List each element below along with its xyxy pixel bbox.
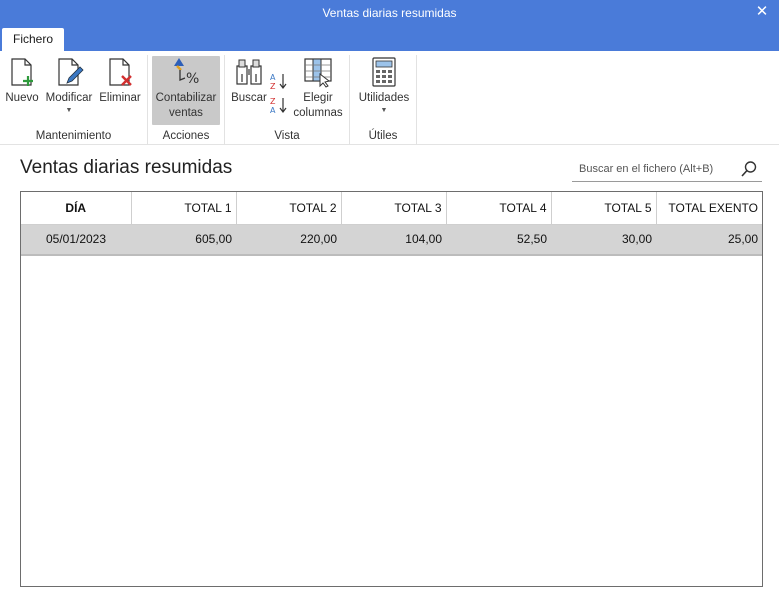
cell-total-2: 220,00 bbox=[236, 224, 341, 256]
group-label-acciones: Acciones bbox=[162, 130, 210, 142]
delete-document-icon bbox=[109, 58, 132, 86]
buscar-label: Buscar bbox=[231, 92, 267, 104]
ribbon: Nuevo Modificar ▼ Eliminar Mantenimiento bbox=[0, 51, 779, 145]
elegir-columnas-label-line1: Elegir bbox=[303, 92, 333, 104]
ribbon-group-acciones: % Contabilizar ventas Acciones bbox=[148, 55, 225, 145]
chevron-down-icon: ▼ bbox=[65, 107, 73, 114]
contabilizar-label-line2: ventas bbox=[169, 107, 203, 119]
svg-text:Z: Z bbox=[270, 97, 276, 106]
choose-columns-icon bbox=[304, 58, 332, 88]
svg-text:A: A bbox=[270, 73, 276, 82]
column-header-total-4[interactable]: TOTAL 4 bbox=[446, 192, 552, 225]
table-row[interactable]: 05/01/2023 605,00 220,00 104,00 52,50 30… bbox=[21, 224, 762, 256]
utilidades-label: Utilidades bbox=[358, 92, 410, 104]
elegir-columnas-label-line2: columnas bbox=[293, 107, 343, 119]
sort-descending-button[interactable]: Z A bbox=[269, 95, 289, 115]
svg-text:A: A bbox=[270, 106, 276, 115]
tab-fichero[interactable]: Fichero bbox=[2, 28, 64, 52]
new-document-icon bbox=[11, 58, 33, 86]
column-header-total-exento[interactable]: TOTAL EXENTO bbox=[656, 192, 762, 225]
utilidades-button[interactable]: Utilidades ▼ bbox=[355, 56, 413, 115]
binoculars-icon bbox=[236, 59, 262, 85]
group-label-mantenimiento: Mantenimiento bbox=[35, 130, 112, 142]
cell-total-exento: 25,00 bbox=[656, 224, 762, 256]
sort-ascending-icon: A Z bbox=[270, 73, 287, 91]
column-header-total-5[interactable]: TOTAL 5 bbox=[551, 192, 657, 225]
ribbon-group-mantenimiento: Nuevo Modificar ▼ Eliminar Mantenimiento bbox=[0, 55, 148, 145]
elegir-columnas-button[interactable]: Elegir columnas bbox=[291, 56, 345, 121]
column-header-total-3[interactable]: TOTAL 3 bbox=[341, 192, 447, 225]
chevron-down-icon: ▼ bbox=[380, 107, 388, 114]
eliminar-label: Eliminar bbox=[99, 92, 141, 104]
search-icon[interactable] bbox=[740, 160, 758, 178]
cell-total-4: 52,50 bbox=[446, 224, 551, 256]
contabilizar-ventas-button[interactable]: % Contabilizar ventas bbox=[152, 56, 220, 125]
title-bar: Ventas diarias resumidas ✕ bbox=[0, 0, 779, 26]
ribbon-group-utiles: Utilidades ▼ Útiles bbox=[350, 55, 417, 145]
column-header-total-1[interactable]: TOTAL 1 bbox=[131, 192, 237, 225]
group-label-utiles: Útiles bbox=[368, 130, 398, 142]
cell-dia: 05/01/2023 bbox=[21, 224, 131, 256]
accounting-percent-icon: % bbox=[174, 58, 199, 87]
close-icon[interactable]: ✕ bbox=[755, 2, 769, 20]
modificar-button[interactable]: Modificar ▼ bbox=[43, 56, 95, 115]
page-title: Ventas diarias resumidas bbox=[20, 157, 233, 178]
data-grid: DÍA TOTAL 1 TOTAL 2 TOTAL 3 TOTAL 4 TOTA… bbox=[20, 191, 763, 587]
cell-total-3: 104,00 bbox=[341, 224, 446, 256]
sort-ascending-button[interactable]: A Z bbox=[269, 71, 289, 91]
table-header-row: DÍA TOTAL 1 TOTAL 2 TOTAL 3 TOTAL 4 TOTA… bbox=[21, 192, 762, 225]
cell-total-1: 605,00 bbox=[131, 224, 236, 256]
group-label-vista: Vista bbox=[274, 130, 300, 142]
column-header-dia[interactable]: DÍA bbox=[21, 192, 132, 225]
nuevo-label: Nuevo bbox=[5, 92, 39, 104]
edit-document-icon bbox=[58, 58, 84, 86]
cell-total-5: 30,00 bbox=[551, 224, 656, 256]
ribbon-group-vista: Buscar A Z Z A Elegir columnas Vista bbox=[225, 55, 350, 145]
window-title: Ventas diarias resumidas bbox=[322, 6, 457, 20]
modificar-label: Modificar bbox=[45, 92, 93, 104]
sort-descending-icon: Z A bbox=[270, 97, 287, 115]
nuevo-button[interactable]: Nuevo bbox=[3, 56, 41, 106]
ribbon-tab-strip: Fichero bbox=[0, 26, 779, 52]
column-header-total-2[interactable]: TOTAL 2 bbox=[236, 192, 342, 225]
svg-text:%: % bbox=[186, 71, 199, 87]
svg-text:Z: Z bbox=[270, 82, 276, 91]
search-input[interactable] bbox=[572, 160, 732, 178]
contabilizar-label-line1: Contabilizar bbox=[155, 92, 217, 104]
calculator-icon bbox=[372, 57, 396, 87]
buscar-button[interactable]: Buscar bbox=[230, 56, 268, 106]
eliminar-button[interactable]: Eliminar bbox=[97, 56, 143, 106]
search-box bbox=[572, 156, 762, 182]
